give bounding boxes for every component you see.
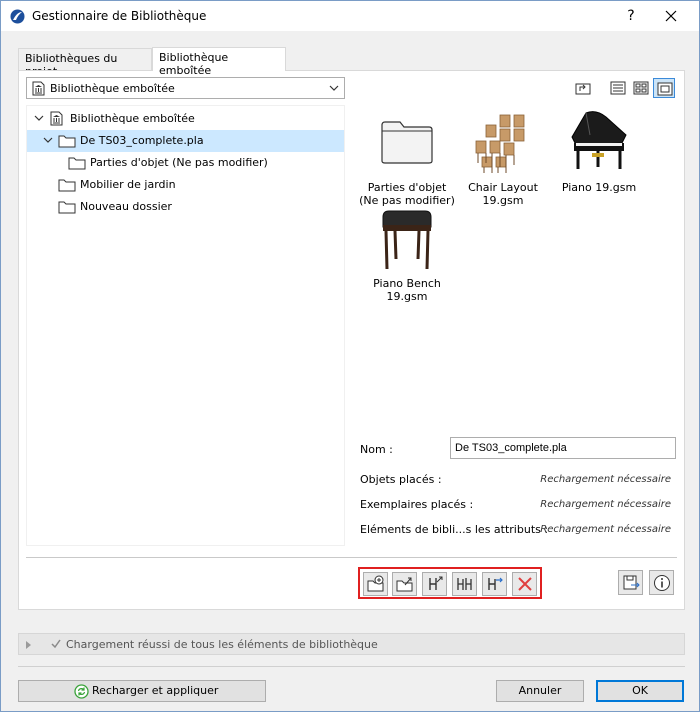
grid-view-icon: [633, 81, 649, 95]
save-export-icon: [623, 575, 640, 590]
piano-icon: [571, 111, 627, 169]
folder-export-icon: [396, 577, 413, 592]
small-icons-view-button[interactable]: [630, 78, 652, 98]
folder-add-icon: [367, 575, 384, 592]
ok-button[interactable]: OK: [596, 680, 684, 702]
folder-up-icon: [575, 83, 591, 95]
placed-instances-value: Rechargement nécessaire: [540, 499, 671, 510]
tree-item-ts03-complete[interactable]: De TS03_complete.pla: [27, 130, 344, 152]
attribute-elements-label: Eléments de bibli...s les attributs :: [360, 523, 549, 536]
large-icon-view-icon: [657, 82, 673, 96]
library-manager-window: Gestionnaire de Bibliothèque ? Bibliothè…: [0, 0, 700, 712]
tile-piano[interactable]: Piano 19.gsm: [551, 111, 647, 207]
tile-piano-bench[interactable]: Piano Bench 19.gsm: [359, 207, 455, 303]
attribute-elements-value: Rechargement nécessaire: [540, 524, 671, 535]
placed-objects-label: Objets placés :: [360, 473, 442, 486]
folder-icon: [68, 157, 86, 170]
library-icon: [50, 111, 63, 126]
archicad-logo-icon: [10, 9, 25, 24]
save-library-button[interactable]: [618, 570, 643, 595]
info-button[interactable]: [649, 570, 674, 595]
tree-item-new-folder[interactable]: Nouveau dossier: [27, 196, 344, 218]
folder-icon: [381, 121, 433, 164]
placed-instances-label: Exemplaires placés :: [360, 498, 474, 511]
close-button[interactable]: [659, 5, 683, 27]
tree-item-label: Mobilier de jardin: [80, 178, 176, 191]
chevron-down-icon: [43, 137, 53, 143]
chair-move-icon: [488, 577, 503, 590]
tile-label: Chair Layout 19.gsm: [468, 181, 538, 207]
name-input[interactable]: [450, 437, 676, 459]
tree-item-garden-furniture[interactable]: Mobilier de jardin: [27, 174, 344, 196]
status-message: Chargement réussi de tous les éléments d…: [66, 638, 378, 651]
items-grid: Parties d'objet (Ne pas modifier) Chair …: [359, 105, 677, 429]
move-object-button[interactable]: [482, 572, 507, 596]
folder-icon: [58, 179, 76, 192]
tree-item-label: Bibliothèque emboîtée: [70, 112, 195, 125]
folder-icon: [58, 135, 76, 148]
list-view-button[interactable]: [607, 78, 629, 98]
piano-bench-icon: [382, 210, 432, 270]
chevron-down-icon: [34, 115, 44, 121]
folder-icon: [58, 201, 76, 214]
library-actions-group: [358, 567, 542, 599]
chair-export-icon: [429, 576, 443, 590]
status-bar[interactable]: Chargement réussi de tous les éléments d…: [18, 633, 685, 655]
chair-layout-icon: [475, 114, 525, 173]
tab-project-libraries[interactable]: Bibliothèques du projet: [18, 48, 152, 78]
help-button[interactable]: ?: [621, 5, 641, 27]
folder-tree: Bibliothèque emboîtée De TS03_complete.p…: [26, 105, 345, 546]
duplicate-objects-button[interactable]: [452, 572, 477, 596]
info-icon: [654, 575, 670, 591]
delete-x-icon: [518, 577, 532, 591]
divider: [26, 557, 677, 558]
placed-objects-value: Rechargement nécessaire: [540, 474, 671, 485]
tile-label: Piano Bench 19.gsm: [373, 277, 441, 303]
go-up-button[interactable]: [572, 78, 594, 98]
tree-item-label: Parties d'objet (Ne pas modifier): [90, 156, 268, 169]
close-icon: [665, 10, 677, 22]
tile-chair-layout[interactable]: Chair Layout 19.gsm: [455, 111, 551, 207]
library-icon: [32, 81, 45, 96]
window-title: Gestionnaire de Bibliothèque: [32, 9, 207, 23]
tree-item-object-parts[interactable]: Parties d'objet (Ne pas modifier): [27, 152, 344, 174]
library-select[interactable]: Bibliothèque emboîtée: [26, 77, 345, 99]
divider: [18, 666, 685, 667]
title-bar: Gestionnaire de Bibliothèque ?: [1, 1, 699, 31]
reload-apply-button[interactable]: Recharger et appliquer: [18, 680, 266, 702]
tile-label: Parties d'objet (Ne pas modifier): [359, 181, 455, 207]
tree-item-embedded-library[interactable]: Bibliothèque emboîtée: [27, 108, 344, 130]
library-select-value: Bibliothèque emboîtée: [50, 82, 175, 95]
large-icons-view-button[interactable]: [653, 78, 675, 98]
add-library-button[interactable]: [363, 572, 388, 596]
chevron-down-icon: [329, 85, 339, 91]
tree-item-label: Nouveau dossier: [80, 200, 172, 213]
tab-embedded-library[interactable]: Bibliothèque emboîtée: [152, 47, 286, 77]
check-icon: [51, 639, 61, 649]
tree-item-label: De TS03_complete.pla: [80, 134, 204, 147]
export-folder-button[interactable]: [392, 572, 417, 596]
export-object-button[interactable]: [422, 572, 447, 596]
cancel-button[interactable]: Annuler: [496, 680, 584, 702]
reload-apply-label: Recharger et appliquer: [92, 684, 219, 697]
list-view-icon: [610, 81, 626, 95]
tile-object-parts[interactable]: Parties d'objet (Ne pas modifier): [359, 111, 455, 207]
tile-label: Piano 19.gsm: [561, 181, 637, 194]
name-label: Nom :: [360, 443, 393, 456]
reload-icon: [74, 684, 89, 699]
expand-triangle-icon: [26, 641, 31, 649]
chairs-icon: [457, 578, 472, 590]
delete-button[interactable]: [512, 572, 537, 596]
